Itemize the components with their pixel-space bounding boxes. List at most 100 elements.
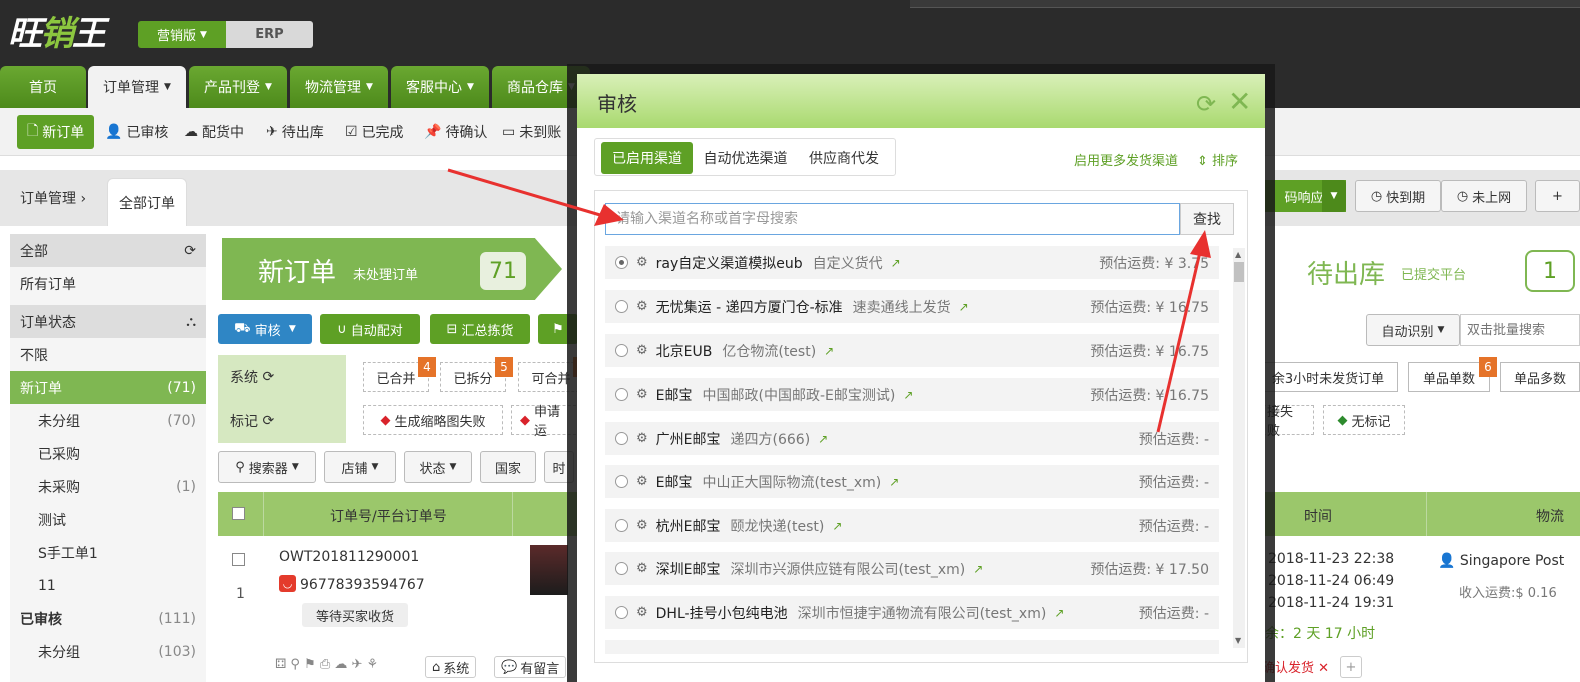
tab-logistics[interactable]: 物流管理 ▼ [290,66,388,108]
channel-row[interactable]: ⚙ 北京EUB 亿仓物流(test) ↗ 预估运费: ¥ 16.75 [605,334,1219,367]
external-link-icon[interactable]: ↗ [1054,606,1064,620]
tab-auto-preferred[interactable]: 自动优选渠道 [698,142,793,174]
close-icon[interactable]: ✕ [1228,85,1251,118]
country-dropdown[interactable]: 国家 [480,451,536,483]
external-link-icon[interactable]: ↗ [959,300,969,314]
sidebar-item-test[interactable]: 测试 [10,503,206,536]
row-action-icons[interactable]: ⚃ ⚲ ⚑ ⎙ ☁ ✈ ⚘ [275,657,378,672]
batch-search-input[interactable] [1460,314,1580,346]
refresh-icon[interactable]: ⟳ [262,413,274,429]
channel-row[interactable]: ⚙ DHL-挂号小包纯电池 深圳市恒捷宇通物流有限公司(test_xm) ↗ 预估运费:… [605,596,1219,629]
searcher-dropdown[interactable]: ⚲ 搜索器 ▼ [218,451,316,483]
gear-icon[interactable]: ⚙ [636,474,648,489]
external-link-icon[interactable]: ↗ [903,388,913,402]
system-tag[interactable]: ⌂ 系统 [425,656,477,678]
gear-icon[interactable]: ⚙ [636,343,648,358]
status-dropdown[interactable]: 状态 ▼ [404,451,472,483]
channel-row[interactable] [605,640,1219,654]
sidebar-item-status[interactable]: 订单状态 ⛬ [10,305,206,338]
gear-icon[interactable]: ⚙ [636,431,648,446]
external-link-icon[interactable]: ↗ [973,562,983,576]
gear-icon[interactable]: ⚙ [636,299,648,314]
chip-merged[interactable]: 已合并 4 [363,357,436,392]
external-link-icon[interactable]: ↗ [891,256,901,270]
channel-radio[interactable] [615,256,628,269]
channel-row[interactable]: ⚙ 无忧集运 - 递四方厦门仓-标准 速卖通线上发货 ↗ 预估运费: ¥ 16.75 [605,290,1219,323]
sitemap-icon[interactable]: ⛬ [186,314,196,330]
row-checkbox[interactable] [232,553,245,566]
breadcrumb-root[interactable]: 订单管理 › [20,188,86,208]
select-all-checkbox[interactable] [232,507,245,520]
channel-scrollbar[interactable] [1233,248,1245,648]
channel-row[interactable]: ⚙ ray自定义渠道模拟eub 自定义货代 ↗ 预估运费: ¥ 3.75 [605,246,1219,279]
subnav-reviewed[interactable]: 👤 已审核 [105,115,168,149]
tab-customer-service[interactable]: 客服中心 ▼ [391,66,489,108]
tab-home[interactable]: 首页 [0,66,86,108]
sidebar-item-reviewed-ungrouped[interactable]: 未分组 (103) [10,635,206,668]
chip-split[interactable]: 已拆分 5 [440,357,513,392]
channel-row[interactable]: ⚙ E邮宝 中国邮政(中国邮政-E邮宝测试) ↗ 预估运费: ¥ 16.75 [605,378,1219,411]
channel-radio[interactable] [615,432,628,445]
summary-pick-button[interactable]: ⊟ 汇总拣货 [430,314,530,344]
scroll-down-icon[interactable]: ▼ [1235,636,1241,645]
channel-row[interactable]: ⚙ E邮宝 中山正大国际物流(test_xm) ↗ 预估运费: - [605,465,1219,498]
app-logo[interactable]: 旺销王 [8,6,106,55]
tab-order-management[interactable]: 订单管理 ▼ [88,66,186,108]
chip-multi-item[interactable]: 单品多数 [1500,362,1580,392]
erp-button[interactable]: ERP [226,21,313,48]
channel-row[interactable]: ⚙ 深圳E邮宝 深圳市兴源供应链有限公司(test_xm) ↗ 预估运费: ¥ 17.5… [605,552,1219,585]
sidebar-item-purchased[interactable]: 已采购 [10,437,206,470]
search-button[interactable]: 查找 [1180,203,1234,235]
subnav-completed[interactable]: ☑ 已完成 [345,115,404,149]
caret-down-icon[interactable]: ▼ [1322,180,1346,212]
gear-icon[interactable]: ⚙ [636,605,648,620]
sidebar-item-reviewed[interactable]: 已审核 (111) [10,602,206,635]
channel-radio[interactable] [615,606,628,619]
close-icon[interactable]: ✕ [1318,661,1329,676]
subnav-awaiting-outbound[interactable]: ✈ 待出库 [266,115,324,149]
sidebar-item-unpurchased[interactable]: 未采购 (1) [10,470,206,503]
external-link-icon[interactable]: ↗ [818,432,828,446]
tab-enabled-channels[interactable]: 已启用渠道 [601,142,693,174]
message-tag[interactable]: 💬 有留言 [494,656,567,678]
sidebar-item-new-order[interactable]: 新订单 (71) [10,371,206,404]
platform-order-number[interactable]: 96778393594767 [300,577,425,593]
review-button[interactable]: ⛟ 审核 ▼ [218,314,312,344]
scrollbar-thumb[interactable] [1234,262,1244,282]
add-tag-button[interactable]: + [1340,656,1362,678]
subnav-allocating[interactable]: ☁ 配货中 [184,115,244,149]
channel-radio[interactable] [615,388,628,401]
subnav-new-order[interactable]: 🗋 新订单 [17,115,95,149]
tab-supplier-dropship[interactable]: 供应商代发 [800,142,888,174]
scroll-up-icon[interactable]: ▲ [1235,250,1241,259]
chip-thumbnail-fail[interactable]: ◆ 生成缩略图失败 [363,405,503,435]
channel-radio[interactable] [615,344,628,357]
channel-radio[interactable] [615,519,628,532]
plus-button[interactable]: + [1535,180,1580,212]
sidebar-item-unlimited[interactable]: 不限 [10,338,206,371]
subnav-pending-confirm[interactable]: 📌 待确认 [424,115,487,149]
channel-row[interactable]: ⚙ 杭州E邮宝 颐龙快递(test) ↗ 预估运费: - [605,509,1219,542]
subnav-unpaid[interactable]: ▭ 未到账 [502,115,561,149]
sidebar-item-all-orders[interactable]: 所有订单 [10,267,206,300]
channel-radio[interactable] [615,300,628,313]
breadcrumb-current[interactable]: 全部订单 [107,178,187,226]
channel-row[interactable]: ⚙ 广州E邮宝 递四方(666) ↗ 预估运费: - [605,422,1219,455]
expiring-button[interactable]: ◷ 快到期 [1355,180,1441,212]
external-link-icon[interactable]: ↗ [889,475,899,489]
tab-product-listing[interactable]: 产品刊登 ▼ [189,66,287,108]
refresh-icon[interactable]: ⟳ [262,369,274,385]
chip-no-mark[interactable]: ◆ 无标记 [1323,405,1405,435]
product-thumbnail[interactable] [530,545,568,595]
edition-dropdown[interactable]: 营销版 ▼ [138,21,226,48]
sidebar-item-manual[interactable]: S手工单1 [10,536,206,569]
channel-search-input[interactable] [605,203,1180,235]
channel-radio[interactable] [615,562,628,575]
external-link-icon[interactable]: ↗ [832,519,842,533]
sidebar-item-eleven[interactable]: 11 [10,569,206,602]
order-number[interactable]: OWT201811290001 [279,549,419,565]
sidebar-item-all[interactable]: 全部 ⟳ [10,234,206,267]
channel-radio[interactable] [615,475,628,488]
gear-icon[interactable]: ⚙ [636,387,648,402]
offline-button[interactable]: ◷ 未上网 [1441,180,1527,212]
